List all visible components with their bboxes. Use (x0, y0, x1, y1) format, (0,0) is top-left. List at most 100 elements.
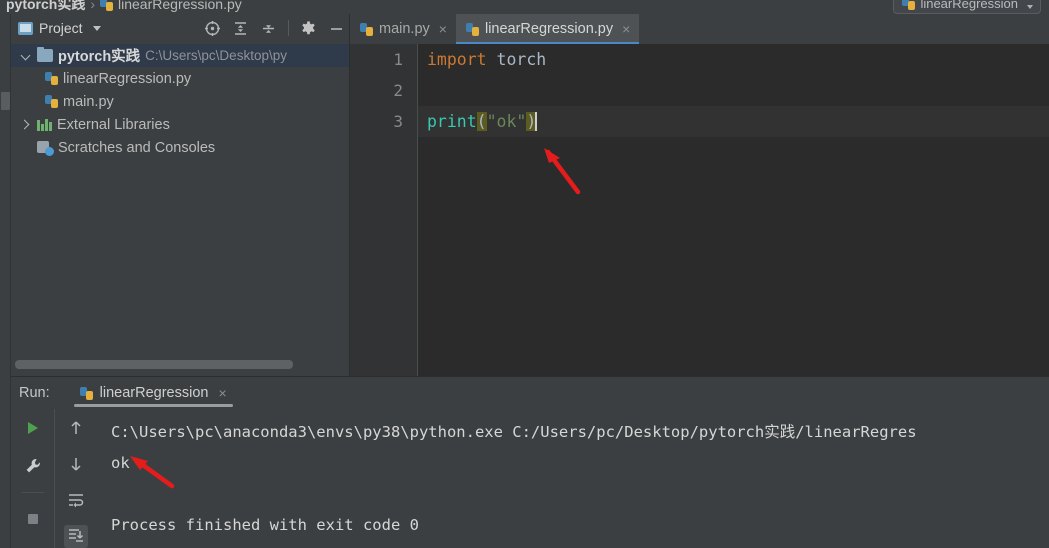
scroll-to-end-button[interactable] (64, 524, 88, 548)
project-horizontal-scrollbar[interactable] (15, 360, 345, 369)
project-panel-title[interactable]: Project (39, 20, 83, 36)
tree-row[interactable]: Scratches and Consoles (11, 136, 349, 159)
tree-row[interactable]: pytorch实践 C:\Users\pc\Desktop\py (11, 44, 349, 67)
modify-run-configuration-button[interactable] (21, 454, 45, 478)
console-line: ok (111, 454, 130, 472)
close-icon[interactable]: × (218, 385, 226, 401)
breadcrumb-bar: pytorch实践 › linearRegression.py linearRe… (0, 0, 1049, 14)
project-panel-toolbar (204, 14, 345, 42)
tree-item-label: main.py (63, 93, 114, 110)
run-tab-label: linearRegression (99, 385, 209, 401)
line-number: 3 (393, 112, 403, 131)
token-string: "ok" (486, 112, 527, 131)
minimize-icon[interactable] (328, 20, 345, 37)
gear-icon[interactable] (300, 20, 317, 37)
project-tree: pytorch实践 C:\Users\pc\Desktop\py linearR… (11, 42, 349, 159)
rerun-icon (27, 422, 38, 434)
project-panel-header: Project (11, 14, 349, 42)
run-panel-label: Run: (19, 385, 50, 401)
pycharm-window: pytorch实践 › linearRegression.py linearRe… (0, 0, 1049, 548)
chevron-right-icon[interactable] (19, 118, 32, 131)
token-keyword: import (427, 50, 487, 69)
stop-button[interactable] (21, 507, 45, 531)
arrow-down-icon (71, 457, 81, 471)
tree-row[interactable]: External Libraries (11, 113, 349, 136)
code-content[interactable]: import torch print("ok") (418, 44, 1049, 376)
python-file-icon (465, 22, 479, 36)
run-toolbar-left-column (11, 409, 54, 548)
scrollbar-thumb[interactable] (15, 360, 293, 369)
folder-icon (37, 47, 53, 62)
python-config-icon (902, 0, 916, 10)
tree-item-label: pytorch实践 (58, 49, 141, 65)
rerun-button[interactable] (21, 416, 45, 440)
text-caret (535, 112, 537, 131)
breadcrumb-project[interactable]: pytorch实践 (6, 0, 85, 14)
run-tool-window: Run: linearRegression × C:\Users\pc\anac… (11, 376, 1049, 548)
chevron-down-icon[interactable] (19, 49, 32, 62)
token-bracket-open: ( (476, 112, 487, 131)
code-line[interactable]: import torch (418, 44, 1049, 75)
editor-tab-main[interactable]: main.py × (350, 14, 456, 44)
toolbar-divider (288, 20, 289, 36)
code-line[interactable]: print("ok") (418, 106, 1049, 137)
python-file-icon (79, 386, 93, 400)
editor-tab-linearregression[interactable]: linearRegression.py × (455, 14, 640, 44)
editor-tab-label: linearRegression.py (484, 21, 614, 37)
project-tool-window: Project pytorch实践 C:\Users\pc\Desktop\py… (11, 14, 350, 376)
python-file-icon (100, 0, 114, 11)
run-panel-toolbar (11, 409, 97, 548)
console-line: C:\Users\pc\anaconda3\envs\py38\python.e… (111, 423, 917, 441)
code-line[interactable] (418, 75, 1049, 106)
tree-item-path: C:\Users\pc\Desktop\py (145, 48, 287, 63)
run-toolbar-right-column (54, 409, 97, 548)
chevron-down-icon (1027, 5, 1033, 9)
run-panel-header: Run: linearRegression × (11, 377, 1049, 409)
down-stack-trace-button[interactable] (64, 452, 88, 475)
collapse-all-icon[interactable] (260, 20, 277, 37)
console-line: Process finished with exit code 0 (111, 516, 419, 534)
tree-item-label: External Libraries (57, 116, 170, 133)
line-number: 1 (393, 50, 403, 69)
expand-all-icon[interactable] (232, 20, 249, 37)
close-icon[interactable]: × (439, 21, 447, 37)
arrow-up-icon (71, 421, 81, 434)
wrench-icon (26, 459, 40, 473)
run-configuration-name: linearRegression (920, 0, 1018, 11)
chevron-down-icon[interactable] (92, 25, 101, 31)
library-icon (37, 118, 52, 131)
soft-wrap-button[interactable] (64, 489, 88, 512)
python-file-icon (45, 72, 58, 85)
soft-wrap-icon (69, 494, 84, 508)
locate-icon[interactable] (204, 20, 221, 37)
tool-strip-chip[interactable] (1, 92, 10, 110)
run-tab[interactable]: linearRegression × (72, 377, 235, 409)
tree-row[interactable]: linearRegression.py (11, 67, 349, 90)
python-file-icon (360, 22, 373, 36)
close-icon[interactable]: × (622, 21, 630, 37)
toolbar-divider (21, 492, 44, 493)
editor-gutter[interactable]: 1 2 3 (350, 44, 418, 376)
run-console-output[interactable]: C:\Users\pc\anaconda3\envs\py38\python.e… (97, 409, 1049, 548)
run-configuration-selector[interactable]: linearRegression (893, 0, 1041, 14)
editor-tab-label: main.py (379, 21, 430, 37)
token-identifier: torch (486, 50, 547, 69)
left-tool-window-strip: Project (0, 14, 11, 548)
tree-row[interactable]: main.py (11, 90, 349, 113)
breadcrumb-file[interactable]: linearRegression.py (118, 0, 242, 12)
scroll-to-end-icon (69, 529, 84, 543)
breadcrumb[interactable]: pytorch实践 › linearRegression.py (6, 0, 242, 14)
tree-item-label: linearRegression.py (63, 70, 192, 87)
token-function: print (427, 112, 477, 131)
tree-item-label: Scratches and Consoles (58, 139, 216, 156)
code-editor[interactable]: 1 2 3 import torch print("ok") (350, 44, 1049, 376)
up-stack-trace-button[interactable] (64, 416, 88, 439)
breadcrumb-separator: › (90, 0, 96, 12)
python-file-icon (45, 95, 58, 108)
scratches-icon (37, 140, 54, 156)
line-number: 2 (393, 81, 403, 100)
project-window-icon (18, 21, 33, 35)
stop-icon (27, 514, 38, 524)
editor-area: main.py × linearRegression.py × 1 2 3 im… (350, 14, 1049, 376)
